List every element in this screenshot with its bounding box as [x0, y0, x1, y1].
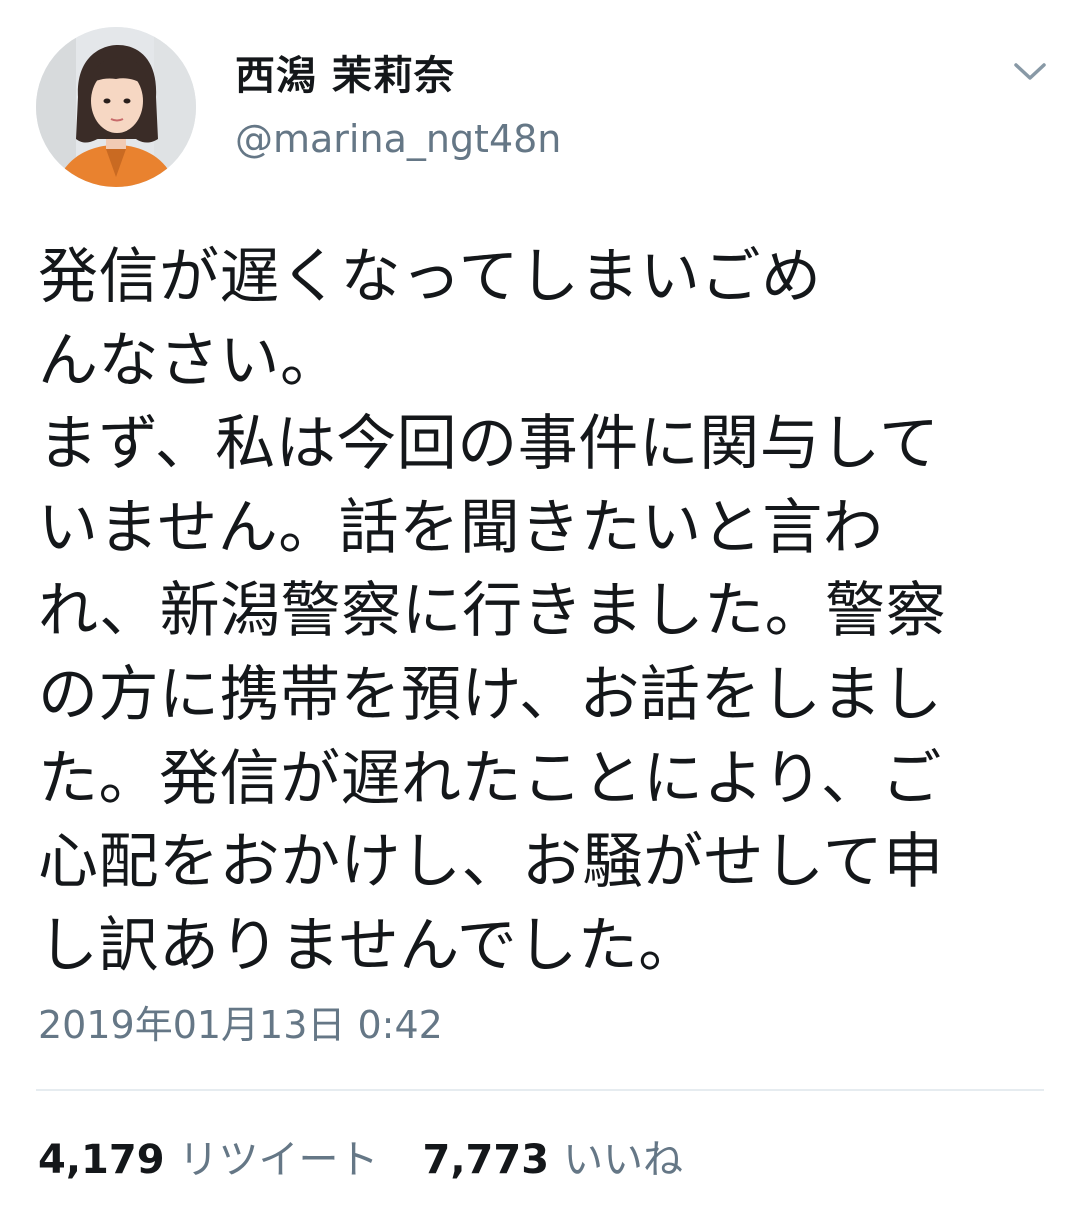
tweet-stats: 4,179 リツイート 7,773 いいね	[38, 1132, 683, 1188]
chevron-down-icon[interactable]	[1008, 54, 1052, 88]
divider	[36, 1089, 1044, 1091]
tweet-detail: 西潟 茉莉奈 @marina_ngt48n 発信が遅くなってしまいごめ んなさい…	[0, 0, 1080, 1217]
retweets-label: リツイート	[178, 1137, 379, 1183]
profile-photo	[36, 27, 196, 187]
user-handle[interactable]: @marina_ngt48n	[235, 116, 561, 162]
likes-stat[interactable]: 7,773 いいね	[423, 1132, 684, 1188]
retweets-count: 4,179	[38, 1137, 165, 1183]
display-name[interactable]: 西潟 茉莉奈	[235, 52, 455, 100]
likes-label: いいね	[563, 1137, 684, 1183]
tweet-text: 発信が遅くなってしまいごめ んなさい。 まず、私は今回の事件に関与して いません…	[38, 242, 947, 981]
retweets-stat[interactable]: 4,179 リツイート	[38, 1132, 379, 1188]
likes-count: 7,773	[422, 1137, 550, 1183]
tweet-timestamp[interactable]: 2019年01月13日 0:42	[38, 1000, 443, 1050]
avatar[interactable]	[36, 27, 196, 187]
